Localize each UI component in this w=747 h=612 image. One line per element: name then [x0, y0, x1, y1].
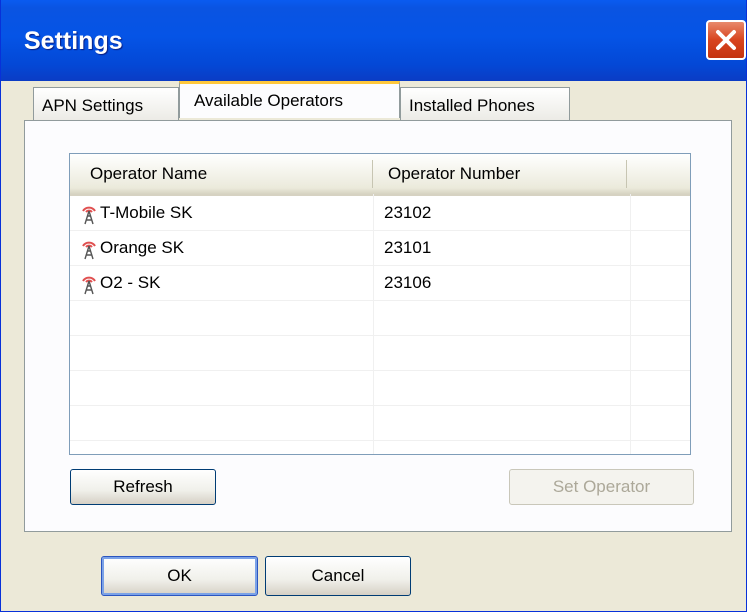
list-header: Operator Name Operator Number — [70, 154, 690, 196]
column-header-operator-number[interactable]: Operator Number — [388, 164, 520, 184]
set-operator-button[interactable]: Set Operator — [509, 469, 694, 505]
empty-row — [70, 336, 690, 371]
column-header-operator-name[interactable]: Operator Name — [90, 164, 207, 184]
tab-available-operators[interactable]: Available Operators — [179, 81, 400, 118]
tab-apn-settings[interactable]: APN Settings — [33, 87, 179, 120]
antenna-icon — [82, 241, 96, 260]
tab-installed-phones[interactable]: Installed Phones — [400, 87, 570, 120]
window-title: Settings — [24, 27, 123, 55]
operators-list[interactable]: Operator Name Operator Number T-Mobile S… — [69, 153, 691, 455]
empty-row — [70, 406, 690, 441]
operator-number: 23106 — [384, 273, 432, 292]
ok-button[interactable]: OK — [101, 556, 258, 596]
refresh-button[interactable]: Refresh — [70, 469, 216, 505]
close-button[interactable] — [706, 20, 746, 60]
close-icon — [716, 30, 736, 50]
title-bar[interactable]: Settings — [1, 0, 746, 81]
operator-number: 23102 — [384, 203, 432, 222]
antenna-icon — [82, 276, 96, 295]
table-row[interactable]: T-Mobile SK 23102 — [70, 196, 690, 231]
tab-label: APN Settings — [42, 96, 144, 115]
antenna-icon — [82, 206, 96, 225]
tab-label: Available Operators — [194, 91, 343, 110]
empty-row — [70, 371, 690, 406]
cancel-button[interactable]: Cancel — [265, 556, 411, 596]
operator-name: T-Mobile SK — [100, 203, 193, 222]
operator-number: 23101 — [384, 238, 432, 257]
empty-row — [70, 301, 690, 336]
table-row[interactable]: O2 - SK 23106 — [70, 266, 690, 301]
operator-name: Orange SK — [100, 238, 185, 257]
column-divider[interactable] — [626, 160, 627, 188]
operator-name: O2 - SK — [100, 273, 161, 292]
table-row[interactable]: Orange SK 23101 — [70, 231, 690, 266]
column-divider[interactable] — [372, 160, 373, 188]
tab-label: Installed Phones — [409, 96, 535, 115]
